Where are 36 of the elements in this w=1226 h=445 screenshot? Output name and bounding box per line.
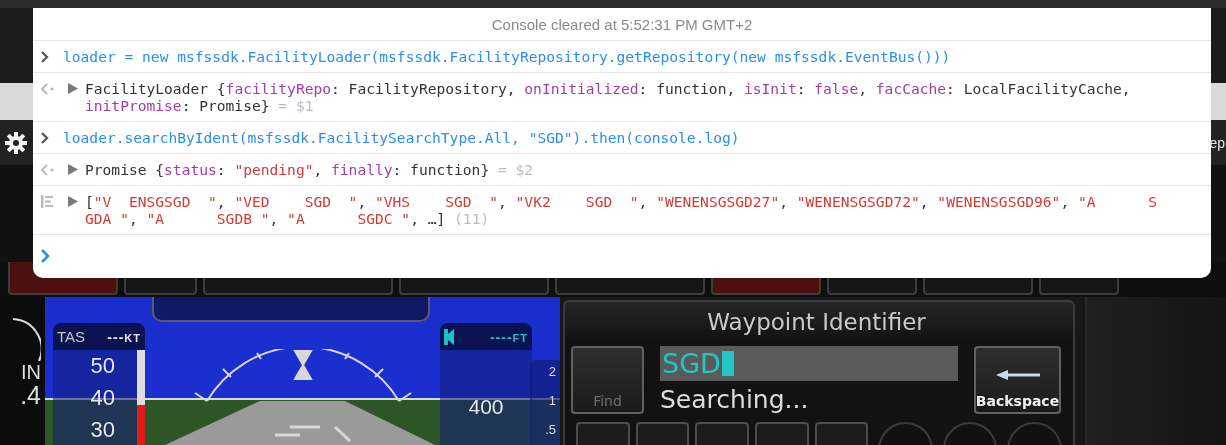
console-command: loader = new msfssdk.FacilityLoader(msfssdk.FacilityRepository.getRepository(new msfssdk.EventBus())): [63, 48, 952, 65]
altitude-readout: ----FT: [489, 328, 528, 345]
log-list-icon: [41, 195, 53, 208]
console-output: FacilityLoader {facilityRepo: FacilityRepository, onInitialized: function, isInit: false, facCache: LocalFacilityCache, initPromise: Promise} = $1: [85, 80, 1132, 114]
expand-triangle-icon[interactable]: [68, 83, 78, 94]
prompt-chevron-icon[interactable]: [41, 249, 50, 263]
left-arrow-icon: [995, 370, 1040, 380]
identifier-field[interactable]: SGD: [660, 346, 958, 381]
search-status: Searching...: [660, 385, 810, 414]
vertical-speed-tick: 2: [548, 364, 556, 379]
vertical-speed-tick: .5: [545, 422, 556, 437]
expand-triangle-icon[interactable]: [68, 196, 78, 207]
return-arrow-icon: [41, 82, 55, 95]
console-output: ["V ENSGSGD ", "VED SGD ", "VHS SGD ", "VK2 SGD ", "WENENSGSGD27", "WENENSGSGD72", "WENENSGSGD96", "A SGDA ", "A SGDB ", "A SGDC ", …] (11): [85, 193, 1159, 227]
expand-triangle-icon[interactable]: [68, 164, 78, 175]
gauge-unit: IN: [21, 362, 41, 383]
airspeed-tick-label: 50: [90, 354, 115, 377]
console-status: Console cleared at 5:52:31 PM GMT+2: [491, 15, 753, 33]
text-cursor: [721, 351, 734, 376]
vertical-speed-tick: 1: [548, 393, 556, 408]
chevron-icon: [41, 50, 49, 63]
airspeed-tick-label: 40: [90, 386, 115, 409]
return-arrow-icon: [41, 163, 55, 176]
altitude-bug-icon: [444, 328, 454, 345]
chevron-icon: [41, 131, 49, 144]
panel-title: Waypoint Identifier: [707, 308, 926, 337]
console-command: loader.searchByIdent(msfssdk.FacilitySearchType.All, "SGD").then(console.log): [63, 129, 741, 146]
console-output: Promise {status: "pending", finally: function} = $2: [85, 161, 535, 178]
gauge-reading: .4: [20, 383, 41, 408]
altitude-tick-label: 400: [468, 395, 504, 419]
gauge-arc-drawing: [11, 317, 41, 362]
airspeed-tick-label: 30: [90, 418, 115, 441]
settings-icon[interactable]: [5, 131, 27, 154]
airspeed-readout: ---KT: [107, 328, 141, 345]
airspeed-label: TAS: [57, 328, 86, 345]
backspace-button[interactable]: Backspace: [974, 346, 1061, 414]
